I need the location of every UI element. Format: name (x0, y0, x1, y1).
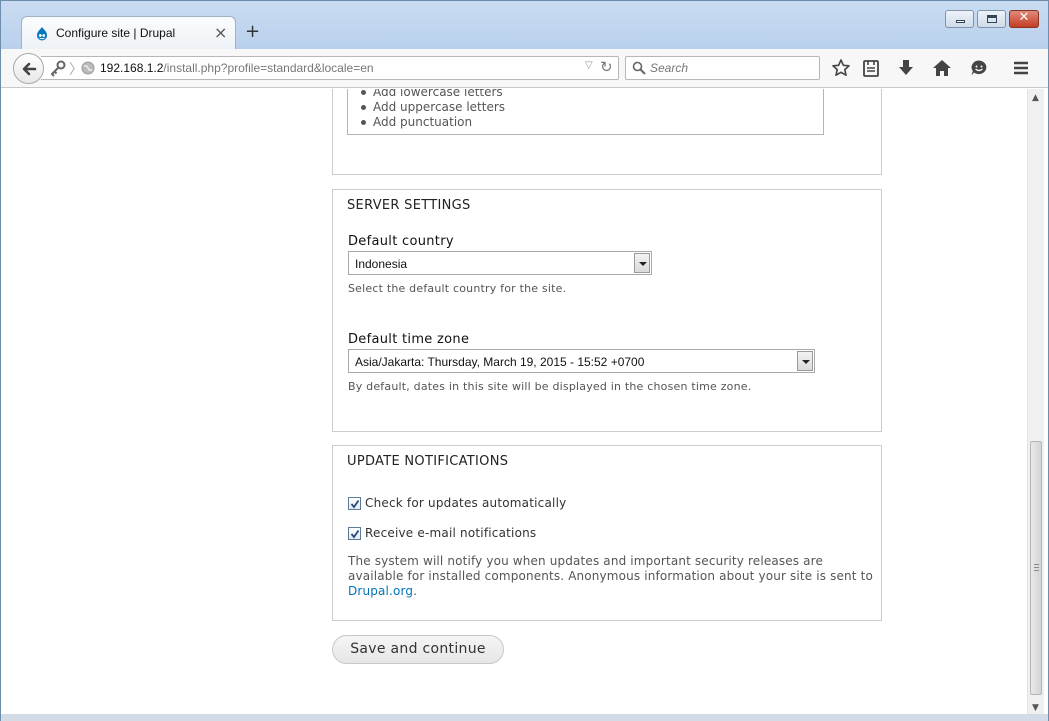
search-icon (632, 61, 646, 75)
default-timezone-select[interactable]: Asia/Jakarta: Thursday, March 19, 2015 -… (348, 349, 815, 373)
close-window-button[interactable]: ✕ (1009, 10, 1039, 28)
url-dropdown-icon[interactable]: ▽ (585, 60, 593, 71)
update-notifications-panel: UPDATE NOTIFICATIONS Check for updates a… (332, 445, 882, 621)
globe-icon[interactable] (81, 61, 95, 75)
browser-tab[interactable]: Configure site | Drupal × (21, 16, 236, 49)
navigation-toolbar: 〉 192.168.1.2/install.php?profile=standa… (1, 49, 1048, 88)
minimize-button[interactable] (945, 10, 974, 28)
email-notifications-label: Receive e-mail notifications (365, 526, 537, 540)
key-icon[interactable] (49, 60, 67, 77)
reading-list-icon[interactable] (861, 58, 881, 78)
update-notice-body: The system will notify you when updates … (348, 554, 873, 583)
tab-close-icon[interactable]: × (214, 23, 227, 42)
default-country-description: Select the default country for the site. (348, 282, 567, 295)
default-country-label: Default country (348, 234, 454, 249)
drupal-favicon-icon (37, 27, 47, 41)
chevron-down-icon (797, 351, 813, 371)
browser-window: Configure site | Drupal × + ✕ 〉 192.168.… (0, 0, 1049, 721)
scroll-up-icon[interactable]: ▲ (1032, 93, 1039, 103)
password-hint: Add lowercase letters (361, 89, 505, 100)
home-icon[interactable] (932, 58, 952, 78)
title-bar: Configure site | Drupal × + ✕ (1, 1, 1048, 49)
default-country-select[interactable]: Indonesia (348, 251, 652, 275)
page-viewport: Add lowercase letters Add uppercase lett… (1, 89, 1027, 715)
maximize-button[interactable] (977, 10, 1006, 28)
bookmark-star-icon[interactable] (831, 58, 851, 78)
scrollbar-thumb[interactable] (1030, 441, 1042, 695)
grip-icon (1034, 564, 1039, 571)
download-icon[interactable] (896, 58, 916, 78)
search-bar[interactable]: Search (625, 56, 820, 80)
new-tab-button[interactable]: + (245, 21, 260, 42)
vertical-scrollbar[interactable]: ▲ ▼ (1027, 89, 1044, 715)
scroll-down-icon[interactable]: ▼ (1032, 703, 1039, 713)
reload-icon[interactable]: ↻ (600, 58, 613, 76)
server-settings-panel: SERVER SETTINGS Default country Indonesi… (332, 189, 882, 432)
minimize-icon (956, 20, 965, 23)
checkmark-icon (350, 499, 360, 509)
window-controls: ✕ (945, 10, 1039, 28)
password-suggestions: Add lowercase letters Add uppercase lett… (347, 89, 824, 135)
email-notifications-checkbox[interactable] (348, 527, 361, 540)
check-updates-label: Check for updates automatically (365, 496, 567, 510)
update-notice-text: The system will notify you when updates … (348, 554, 873, 599)
default-timezone-label: Default time zone (348, 332, 470, 347)
window-bottom-border (1, 714, 1048, 721)
default-timezone-value: Asia/Jakarta: Thursday, March 19, 2015 -… (355, 355, 645, 369)
server-settings-legend: SERVER SETTINGS (347, 198, 471, 213)
checkmark-icon (350, 529, 360, 539)
url-bar[interactable]: 〉 192.168.1.2/install.php?profile=standa… (41, 56, 619, 80)
password-hint-list: Add lowercase letters Add uppercase lett… (361, 89, 505, 130)
drupal-org-link[interactable]: Drupal.org (348, 584, 413, 598)
back-button[interactable] (13, 53, 44, 84)
check-updates-checkbox[interactable] (348, 497, 361, 510)
tab-title: Configure site | Drupal (56, 26, 176, 40)
hello-chat-icon[interactable] (969, 58, 989, 78)
save-and-continue-button[interactable]: Save and continue (332, 635, 504, 664)
maximize-icon (987, 15, 997, 23)
update-notice-end: . (413, 584, 418, 598)
url-host: 192.168.1.2 (100, 61, 164, 75)
update-notifications-legend: UPDATE NOTIFICATIONS (347, 454, 509, 469)
url-path: /install.php?profile=standard&locale=en (163, 61, 374, 75)
chevron-down-icon (634, 253, 650, 273)
url-text[interactable]: 192.168.1.2/install.php?profile=standard… (100, 61, 374, 75)
password-hint: Add punctuation (361, 115, 505, 130)
search-input[interactable]: Search (650, 61, 688, 75)
default-country-value: Indonesia (355, 257, 408, 271)
default-timezone-description: By default, dates in this site will be d… (348, 380, 752, 393)
password-hint: Add uppercase letters (361, 100, 505, 115)
menu-icon[interactable] (1011, 58, 1031, 78)
back-arrow-icon (22, 62, 37, 76)
close-icon: ✕ (1018, 10, 1030, 25)
